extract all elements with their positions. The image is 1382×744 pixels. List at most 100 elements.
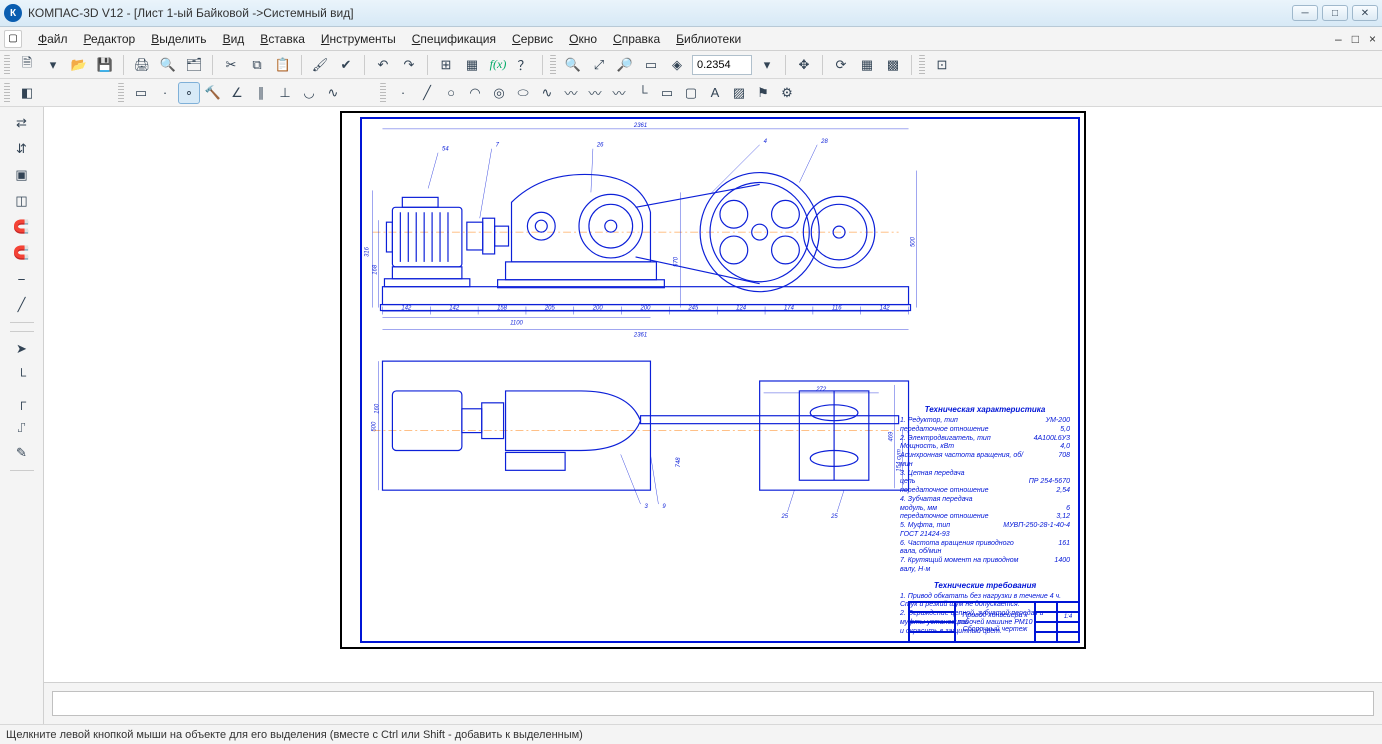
ellipse-icon[interactable]: ⬭ bbox=[512, 82, 534, 104]
two-circles-icon[interactable]: ◎ bbox=[488, 82, 510, 104]
menu-вставка[interactable]: Вставка bbox=[252, 30, 313, 48]
save-icon[interactable]: 💾 bbox=[94, 54, 116, 76]
check-icon[interactable]: ✔ bbox=[335, 54, 357, 76]
regenerate-icon[interactable]: ⟳ bbox=[830, 54, 852, 76]
wave-1-icon[interactable]: 〰 bbox=[560, 82, 582, 104]
properties-icon[interactable]: 🗂 bbox=[183, 54, 205, 76]
parallel-icon[interactable]: ∥ bbox=[250, 82, 272, 104]
menu-инструменты[interactable]: Инструменты bbox=[313, 30, 404, 48]
menu-библиотеки[interactable]: Библиотеки bbox=[668, 30, 749, 48]
paste-icon[interactable]: 📋 bbox=[272, 54, 294, 76]
new-doc-icon[interactable]: 🗎 bbox=[16, 54, 38, 76]
line-icon[interactable]: ╱ bbox=[416, 82, 438, 104]
pan-icon[interactable]: ✥ bbox=[793, 54, 815, 76]
perp-icon[interactable]: ⊥ bbox=[274, 82, 296, 104]
svg-text:316: 316 bbox=[365, 246, 371, 257]
menu-редактор[interactable]: Редактор bbox=[76, 30, 144, 48]
zoom-out-icon[interactable]: 🔎 bbox=[614, 54, 636, 76]
wave-3-icon[interactable]: 〰 bbox=[608, 82, 630, 104]
copy-polar-icon[interactable]: ▣ bbox=[10, 163, 34, 187]
magnet-1-icon[interactable]: 🧲 bbox=[10, 215, 34, 239]
copy-icon[interactable]: ⧉ bbox=[246, 54, 268, 76]
zoom-in-icon[interactable]: 🔍 bbox=[562, 54, 584, 76]
bucket-icon[interactable]: ▢ bbox=[680, 82, 702, 104]
new-doc-arrow-icon[interactable]: ▾ bbox=[42, 54, 64, 76]
maximize-button[interactable]: □ bbox=[1322, 5, 1348, 21]
toolbar-grip[interactable] bbox=[118, 83, 124, 103]
open-icon[interactable]: 📂 bbox=[68, 54, 90, 76]
zoom-selection-icon[interactable]: ◈ bbox=[666, 54, 688, 76]
menu-файл[interactable]: Файл bbox=[30, 30, 76, 48]
curve-icon[interactable]: ∿ bbox=[322, 82, 344, 104]
menu-справка[interactable]: Справка bbox=[605, 30, 668, 48]
angle-icon[interactable]: ∠ bbox=[226, 82, 248, 104]
zoom-fit-icon[interactable]: ⤢ bbox=[588, 54, 610, 76]
redraw-1-icon[interactable]: ▦ bbox=[856, 54, 878, 76]
aux-3-icon[interactable]: ⎯ bbox=[10, 267, 34, 291]
spline-icon[interactable]: ∿ bbox=[536, 82, 558, 104]
doc-icon[interactable]: ▢ bbox=[4, 30, 22, 48]
magnet-2-icon[interactable]: 🧲 bbox=[10, 241, 34, 265]
ribbon-icon[interactable]: ⚑ bbox=[752, 82, 774, 104]
grid-icon[interactable]: ⊡ bbox=[931, 54, 953, 76]
redo-icon[interactable]: ↷ bbox=[398, 54, 420, 76]
property-panel-input[interactable] bbox=[52, 691, 1374, 716]
redraw-2-icon[interactable]: ▩ bbox=[882, 54, 904, 76]
mdi-close[interactable]: × bbox=[1367, 32, 1378, 46]
gear-icon[interactable]: ⚙ bbox=[776, 82, 798, 104]
print-icon[interactable]: 🖨 bbox=[131, 54, 153, 76]
rect-icon[interactable]: ▭ bbox=[656, 82, 678, 104]
snap-mid-icon[interactable]: ∘ bbox=[178, 82, 200, 104]
select-icon[interactable]: ▭ bbox=[130, 82, 152, 104]
planes-icon[interactable]: ◫ bbox=[10, 189, 34, 213]
close-button[interactable]: ✕ bbox=[1352, 5, 1378, 21]
hammer-icon[interactable]: 🔨 bbox=[202, 82, 224, 104]
undo-icon[interactable]: ↶ bbox=[372, 54, 394, 76]
arc-icon[interactable]: ◠ bbox=[464, 82, 486, 104]
menu-спецификация[interactable]: Спецификация bbox=[404, 30, 504, 48]
arrow-tool-icon[interactable]: ➤ bbox=[10, 337, 34, 361]
table-icon[interactable]: ⊞ bbox=[435, 54, 457, 76]
aux-1-icon[interactable]: ⇄ bbox=[10, 111, 34, 135]
title-block-desc: Привод конвейера к рабочей машине РМ10 С… bbox=[955, 602, 1035, 642]
toolbar-grip[interactable] bbox=[4, 83, 10, 103]
point-icon[interactable]: · bbox=[392, 82, 414, 104]
drawing-canvas[interactable]: 2361 2361 1100 bbox=[44, 107, 1382, 682]
menu-вид[interactable]: Вид bbox=[215, 30, 253, 48]
text-icon[interactable]: A bbox=[704, 82, 726, 104]
aux-4-icon[interactable]: ╱ bbox=[10, 293, 34, 317]
menu-сервис[interactable]: Сервис bbox=[504, 30, 561, 48]
zoom-value-input[interactable] bbox=[692, 55, 752, 75]
axis-tool-icon[interactable]: └ bbox=[10, 363, 34, 387]
format-brush-icon[interactable]: 🖌 bbox=[309, 54, 331, 76]
pencil-icon[interactable]: ✎ bbox=[10, 441, 34, 465]
mdi-restore[interactable]: □ bbox=[1350, 32, 1361, 46]
zoom-window-icon[interactable]: ▭ bbox=[640, 54, 662, 76]
circle-icon[interactable]: ○ bbox=[440, 82, 462, 104]
tangent-icon[interactable]: ⑀ bbox=[10, 415, 34, 439]
svg-text:3: 3 bbox=[645, 504, 649, 510]
corner-icon[interactable]: └ bbox=[632, 82, 654, 104]
fx-icon[interactable]: f(x) bbox=[487, 54, 509, 76]
app-icon: К bbox=[4, 4, 22, 22]
help-icon[interactable]: ？ bbox=[513, 54, 535, 76]
fillet-icon[interactable]: ◡ bbox=[298, 82, 320, 104]
minimize-button[interactable]: ─ bbox=[1292, 5, 1318, 21]
toolbar-grip[interactable] bbox=[4, 55, 10, 75]
layers-icon[interactable]: ▦ bbox=[461, 54, 483, 76]
aux-2-icon[interactable]: ⇵ bbox=[10, 137, 34, 161]
status-icon[interactable]: ◧ bbox=[16, 82, 38, 104]
toolbar-grip[interactable] bbox=[380, 83, 386, 103]
menu-выделить[interactable]: Выделить bbox=[143, 30, 214, 48]
print-preview-icon[interactable]: 🔍 bbox=[157, 54, 179, 76]
toolbar-grip[interactable] bbox=[550, 55, 556, 75]
toolbar-grip[interactable] bbox=[919, 55, 925, 75]
step-icon[interactable]: ┌ bbox=[10, 389, 34, 413]
wave-2-icon[interactable]: 〰 bbox=[584, 82, 606, 104]
menu-окно[interactable]: Окно bbox=[561, 30, 605, 48]
cut-icon[interactable]: ✂ bbox=[220, 54, 242, 76]
hatch-icon[interactable]: ▨ bbox=[728, 82, 750, 104]
snap-point-icon[interactable]: · bbox=[154, 82, 176, 104]
mdi-minimize[interactable]: – bbox=[1333, 32, 1344, 46]
zoom-dropdown-icon[interactable]: ▾ bbox=[756, 54, 778, 76]
